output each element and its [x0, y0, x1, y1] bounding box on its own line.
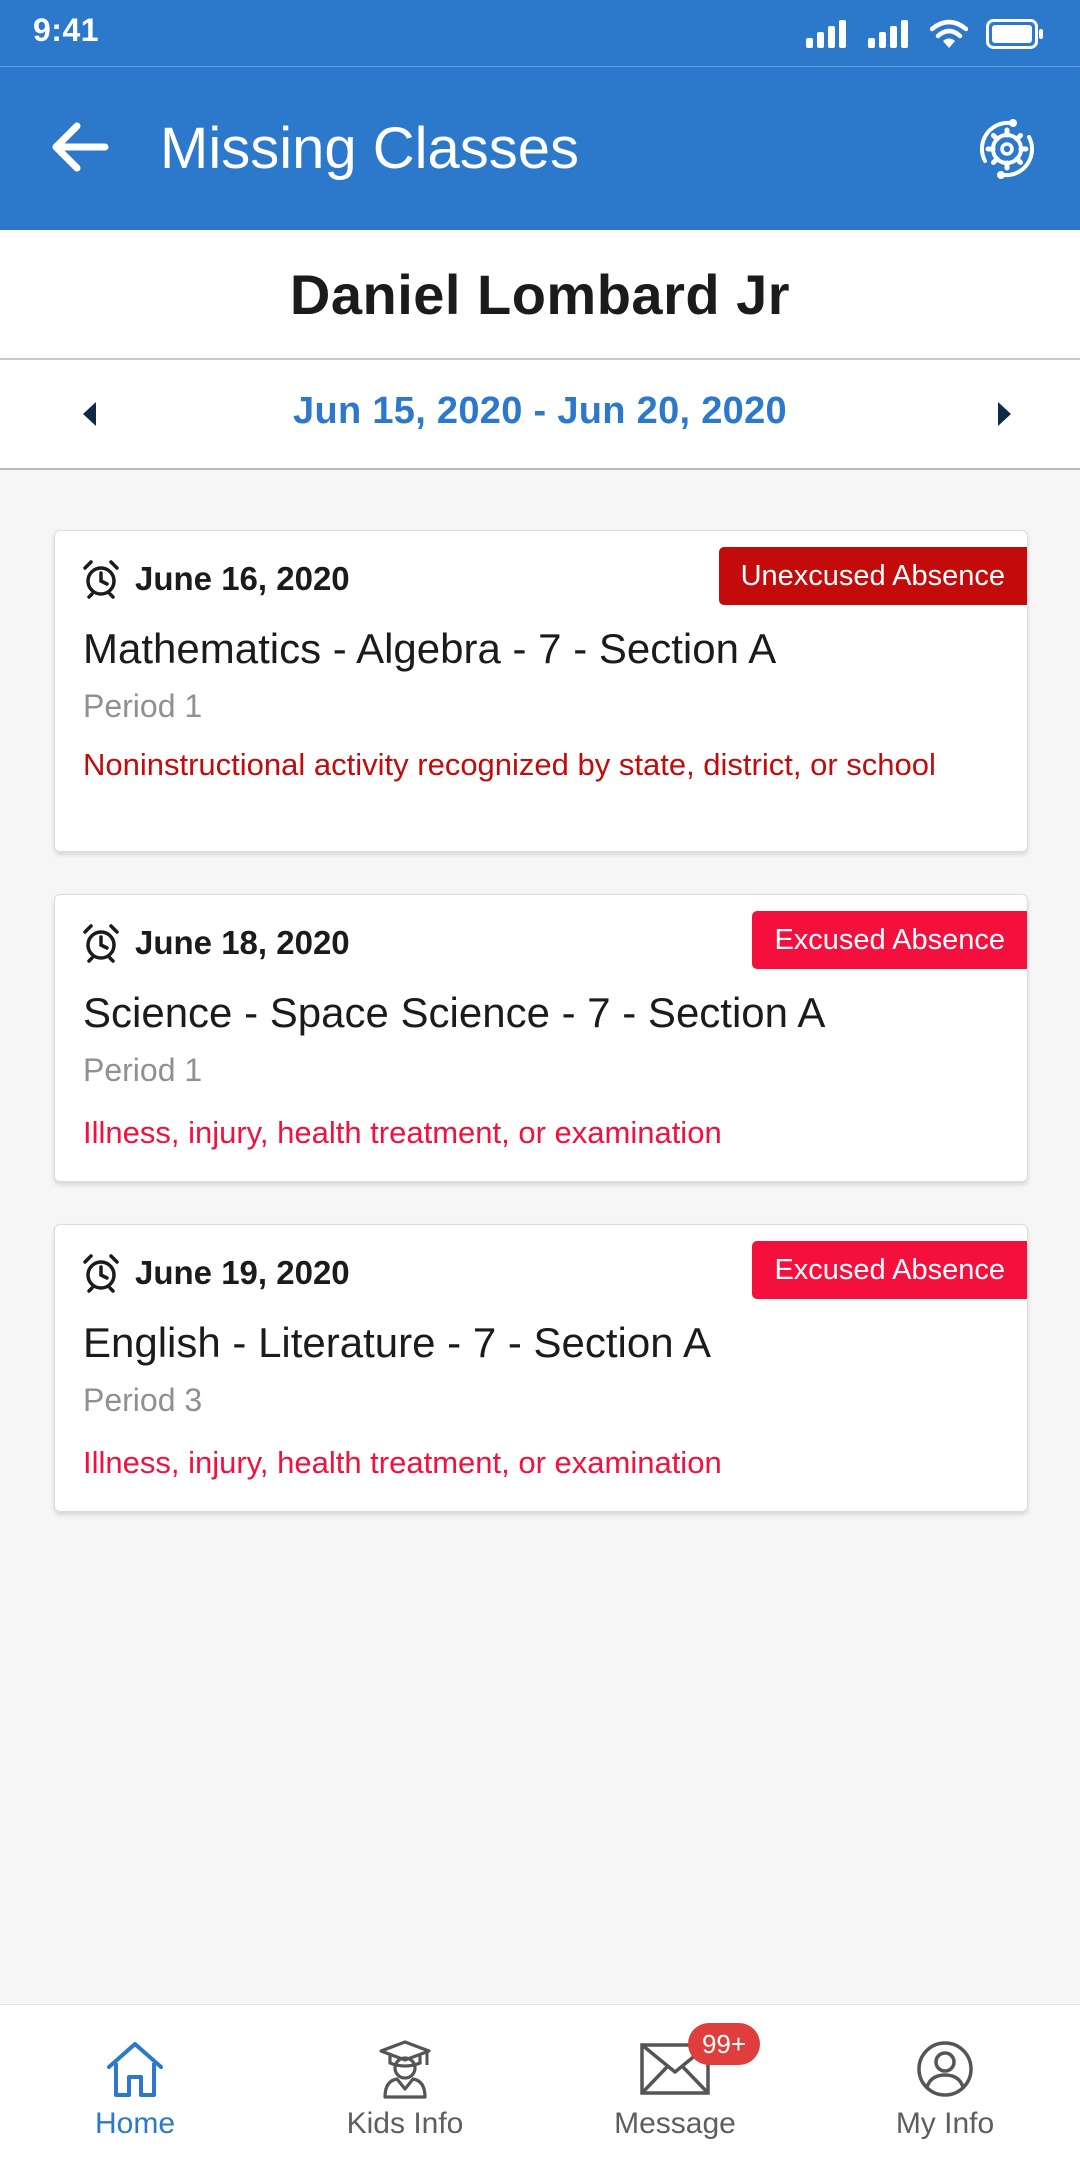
app-bar: Missing Classes	[0, 66, 1080, 230]
caret-right-icon	[998, 402, 1011, 426]
bottom-navigation: Home Kids Info 99+ Message My Info	[0, 2004, 1080, 2161]
period-label: Period 3	[83, 1382, 203, 1418]
unread-badge: 99+	[688, 2023, 760, 2065]
nav-item-message[interactable]: 99+ Message	[540, 2005, 810, 2161]
absence-card[interactable]: June 18, 2020 Excused Absence Science - …	[54, 894, 1028, 1182]
date-range-label: Jun 15, 2020 - Jun 20, 2020	[293, 390, 787, 432]
status-badge: Excused Absence	[752, 1241, 1027, 1299]
settings-button[interactable]	[964, 106, 1050, 192]
student-name: Daniel Lombard Jr	[289, 262, 791, 326]
absence-reason: Noninstructional activity recognized by …	[83, 747, 936, 782]
gear-sync-icon	[979, 119, 1035, 179]
cellular-signal-icon	[806, 20, 846, 48]
course-name: Mathematics - Algebra - 7 - Section A	[83, 625, 777, 672]
arrow-left-icon	[52, 122, 109, 172]
course-name: English - Literature - 7 - Section A	[83, 1319, 711, 1366]
top-bar: 9:41 Missing Classes	[0, 0, 1080, 230]
next-week-button[interactable]	[974, 384, 1034, 444]
absence-reason: Illness, injury, health treatment, or ex…	[83, 1115, 722, 1150]
nav-item-my-info[interactable]: My Info	[810, 2005, 1080, 2161]
alarm-clock-icon	[83, 560, 119, 599]
absence-date: June 16, 2020	[135, 560, 350, 597]
page-title: Missing Classes	[160, 116, 579, 181]
home-icon	[107, 2042, 163, 2097]
alarm-clock-icon	[83, 924, 119, 963]
period-label: Period 1	[83, 1052, 203, 1088]
absence-reason: Illness, injury, health treatment, or ex…	[83, 1445, 722, 1480]
card-date-row: June 18, 2020	[81, 921, 350, 965]
cellular-signal-2-icon	[868, 20, 908, 48]
nav-item-home[interactable]: Home	[0, 2005, 270, 2161]
nav-label: Message	[614, 2107, 736, 2140]
nav-item-kids-info[interactable]: Kids Info	[270, 2005, 540, 2161]
absence-card[interactable]: June 19, 2020 Excused Absence English - …	[54, 1224, 1028, 1512]
nav-icon-wrap	[810, 2035, 1080, 2103]
absence-card[interactable]: June 16, 2020 Unexcused Absence Mathemat…	[54, 530, 1028, 852]
alarm-clock-icon	[83, 1254, 119, 1293]
status-badge: Excused Absence	[752, 911, 1027, 969]
nav-label: Kids Info	[346, 2107, 464, 2140]
user-circle-icon	[917, 2041, 973, 2097]
wifi-icon	[930, 19, 968, 48]
nav-icon-wrap	[540, 2035, 810, 2103]
absence-date: June 19, 2020	[135, 1254, 350, 1291]
status-time: 9:41	[33, 12, 100, 48]
status-badge: Unexcused Absence	[718, 547, 1027, 605]
nav-label: My Info	[895, 2107, 995, 2140]
status-icons	[806, 14, 1044, 54]
battery-icon	[986, 19, 1043, 49]
graduate-icon	[379, 2040, 431, 2099]
date-range-selector: Jun 15, 2020 - Jun 20, 2020	[0, 360, 1080, 470]
back-button[interactable]	[40, 112, 120, 182]
status-bar: 9:41	[0, 0, 1080, 67]
absence-date: June 18, 2020	[135, 924, 350, 961]
card-date-row: June 19, 2020	[81, 1251, 350, 1295]
nav-label: Home	[94, 2107, 176, 2140]
course-name: Science - Space Science - 7 - Section A	[83, 989, 826, 1036]
nav-icon-wrap	[270, 2035, 540, 2103]
period-label: Period 1	[83, 688, 203, 724]
student-header: Daniel Lombard Jr	[0, 230, 1080, 360]
nav-icon-wrap	[0, 2035, 270, 2103]
card-date-row: June 16, 2020	[81, 557, 350, 601]
